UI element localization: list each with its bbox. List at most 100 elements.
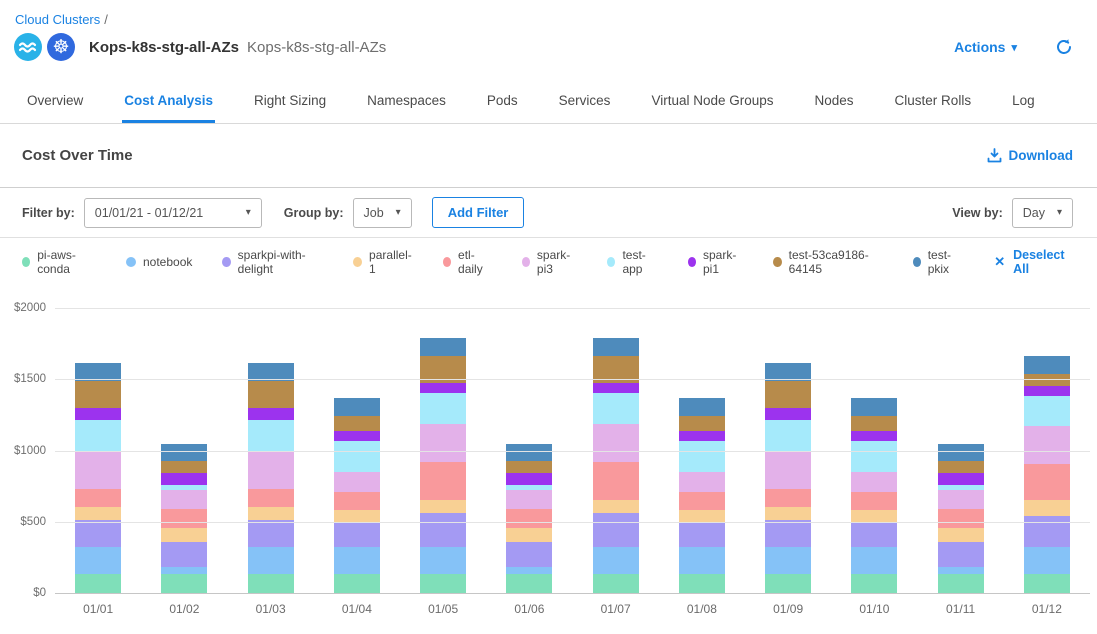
bar-segment-test-app[interactable] bbox=[765, 420, 811, 451]
bar-segment-test-53ca9186-64145[interactable] bbox=[506, 461, 552, 473]
bar-segment-test-pkix[interactable] bbox=[1024, 356, 1070, 374]
deselect-all-button[interactable]: ✕Deselect All bbox=[994, 248, 1069, 276]
bar-segment-spark-pi1[interactable] bbox=[161, 473, 207, 484]
bar-segment-parallel-1[interactable] bbox=[765, 507, 811, 521]
bar-segment-spark-pi1[interactable] bbox=[1024, 386, 1070, 396]
bar-segment-parallel-1[interactable] bbox=[1024, 500, 1070, 516]
bar-segment-test-53ca9186-64145[interactable] bbox=[75, 381, 121, 408]
bar-segment-parallel-1[interactable] bbox=[593, 500, 639, 514]
bar-segment-test-pkix[interactable] bbox=[679, 398, 725, 417]
bar-segment-etl-daily[interactable] bbox=[765, 489, 811, 507]
tab-log[interactable]: Log bbox=[1010, 79, 1037, 123]
bar-segment-pi-aws-conda[interactable] bbox=[248, 574, 294, 593]
stacked-bar-01/02[interactable] bbox=[161, 444, 207, 593]
bar-segment-sparkpi-with-delight[interactable] bbox=[1024, 516, 1070, 547]
bar-segment-spark-pi1[interactable] bbox=[506, 473, 552, 484]
stacked-bar-01/09[interactable] bbox=[765, 363, 811, 593]
legend-item-test-pkix[interactable]: test-pkix bbox=[913, 248, 965, 276]
bar-segment-pi-aws-conda[interactable] bbox=[75, 574, 121, 593]
bar-segment-spark-pi3[interactable] bbox=[938, 490, 984, 509]
stacked-bar-01/11[interactable] bbox=[938, 444, 984, 593]
bar-segment-pi-aws-conda[interactable] bbox=[334, 574, 380, 593]
legend-item-etl-daily[interactable]: etl-daily bbox=[443, 248, 492, 276]
bar-segment-test-pkix[interactable] bbox=[420, 338, 466, 356]
bar-segment-spark-pi1[interactable] bbox=[75, 408, 121, 420]
bar-segment-notebook[interactable] bbox=[334, 547, 380, 575]
stacked-bar-01/10[interactable] bbox=[851, 398, 897, 593]
bar-segment-pi-aws-conda[interactable] bbox=[851, 574, 897, 593]
bar-segment-sparkpi-with-delight[interactable] bbox=[248, 520, 294, 546]
bar-segment-test-app[interactable] bbox=[1024, 396, 1070, 426]
bar-segment-sparkpi-with-delight[interactable] bbox=[851, 522, 897, 547]
stacked-bar-01/08[interactable] bbox=[679, 398, 725, 593]
bar-segment-test-app[interactable] bbox=[851, 441, 897, 472]
bar-segment-pi-aws-conda[interactable] bbox=[593, 574, 639, 593]
stacked-bar-01/12[interactable] bbox=[1024, 356, 1070, 593]
legend-item-spark-pi1[interactable]: spark-pi1 bbox=[688, 248, 744, 276]
bar-segment-spark-pi3[interactable] bbox=[161, 490, 207, 509]
bar-segment-test-app[interactable] bbox=[679, 441, 725, 472]
bar-segment-parallel-1[interactable] bbox=[161, 528, 207, 542]
bar-segment-etl-daily[interactable] bbox=[248, 489, 294, 507]
bar-segment-parallel-1[interactable] bbox=[851, 510, 897, 522]
bar-segment-test-pkix[interactable] bbox=[506, 444, 552, 461]
tab-namespaces[interactable]: Namespaces bbox=[365, 79, 448, 123]
bar-segment-notebook[interactable] bbox=[851, 547, 897, 575]
bar-segment-etl-daily[interactable] bbox=[334, 492, 380, 510]
bar-segment-test-53ca9186-64145[interactable] bbox=[851, 416, 897, 431]
bar-segment-notebook[interactable] bbox=[593, 547, 639, 575]
bar-segment-etl-daily[interactable] bbox=[1024, 464, 1070, 500]
tab-services[interactable]: Services bbox=[557, 79, 613, 123]
tab-cost-analysis[interactable]: Cost Analysis bbox=[122, 79, 215, 123]
bar-segment-spark-pi3[interactable] bbox=[75, 451, 121, 489]
bar-segment-sparkpi-with-delight[interactable] bbox=[938, 542, 984, 567]
bar-segment-test-pkix[interactable] bbox=[851, 398, 897, 417]
download-button[interactable]: Download bbox=[987, 148, 1074, 163]
legend-item-test-app[interactable]: test-app bbox=[607, 248, 658, 276]
bar-segment-spark-pi1[interactable] bbox=[679, 431, 725, 441]
bar-segment-test-app[interactable] bbox=[593, 393, 639, 424]
bar-segment-parallel-1[interactable] bbox=[420, 500, 466, 514]
bar-segment-spark-pi3[interactable] bbox=[420, 424, 466, 462]
bar-segment-notebook[interactable] bbox=[248, 547, 294, 575]
bar-segment-notebook[interactable] bbox=[506, 567, 552, 574]
bar-segment-test-pkix[interactable] bbox=[248, 363, 294, 381]
bar-segment-test-pkix[interactable] bbox=[938, 444, 984, 461]
bar-segment-etl-daily[interactable] bbox=[593, 462, 639, 500]
bar-segment-notebook[interactable] bbox=[420, 547, 466, 575]
bar-segment-test-53ca9186-64145[interactable] bbox=[679, 416, 725, 431]
actions-button[interactable]: Actions ▾ bbox=[954, 39, 1017, 55]
add-filter-button[interactable]: Add Filter bbox=[432, 197, 525, 228]
bar-segment-parallel-1[interactable] bbox=[938, 528, 984, 542]
bar-segment-test-53ca9186-64145[interactable] bbox=[161, 461, 207, 473]
bar-segment-test-pkix[interactable] bbox=[75, 363, 121, 381]
bar-segment-sparkpi-with-delight[interactable] bbox=[593, 513, 639, 546]
breadcrumb-link-cloud-clusters[interactable]: Cloud Clusters bbox=[15, 12, 100, 27]
bar-segment-spark-pi1[interactable] bbox=[938, 473, 984, 484]
bar-segment-spark-pi3[interactable] bbox=[679, 472, 725, 492]
bar-segment-pi-aws-conda[interactable] bbox=[765, 574, 811, 593]
legend-item-pi-aws-conda[interactable]: pi-aws-conda bbox=[22, 248, 96, 276]
bar-segment-etl-daily[interactable] bbox=[75, 489, 121, 507]
bar-segment-test-pkix[interactable] bbox=[161, 444, 207, 461]
tab-virtual-node-groups[interactable]: Virtual Node Groups bbox=[649, 79, 775, 123]
tab-right-sizing[interactable]: Right Sizing bbox=[252, 79, 328, 123]
bar-segment-test-53ca9186-64145[interactable] bbox=[334, 416, 380, 431]
bar-segment-parallel-1[interactable] bbox=[75, 507, 121, 521]
bar-segment-sparkpi-with-delight[interactable] bbox=[75, 520, 121, 546]
view-by-select[interactable]: Day ▾ bbox=[1012, 198, 1073, 228]
legend-item-notebook[interactable]: notebook bbox=[126, 255, 192, 269]
bar-segment-notebook[interactable] bbox=[765, 547, 811, 575]
bar-segment-sparkpi-with-delight[interactable] bbox=[334, 522, 380, 547]
bar-segment-test-app[interactable] bbox=[334, 441, 380, 472]
bar-segment-spark-pi1[interactable] bbox=[765, 408, 811, 420]
bar-segment-etl-daily[interactable] bbox=[938, 509, 984, 528]
bar-segment-notebook[interactable] bbox=[679, 547, 725, 575]
tab-overview[interactable]: Overview bbox=[25, 79, 85, 123]
bar-segment-spark-pi3[interactable] bbox=[506, 490, 552, 509]
tab-nodes[interactable]: Nodes bbox=[813, 79, 856, 123]
bar-segment-test-53ca9186-64145[interactable] bbox=[938, 461, 984, 473]
bar-segment-test-53ca9186-64145[interactable] bbox=[248, 381, 294, 408]
bar-segment-pi-aws-conda[interactable] bbox=[938, 574, 984, 593]
bar-segment-test-53ca9186-64145[interactable] bbox=[765, 381, 811, 408]
